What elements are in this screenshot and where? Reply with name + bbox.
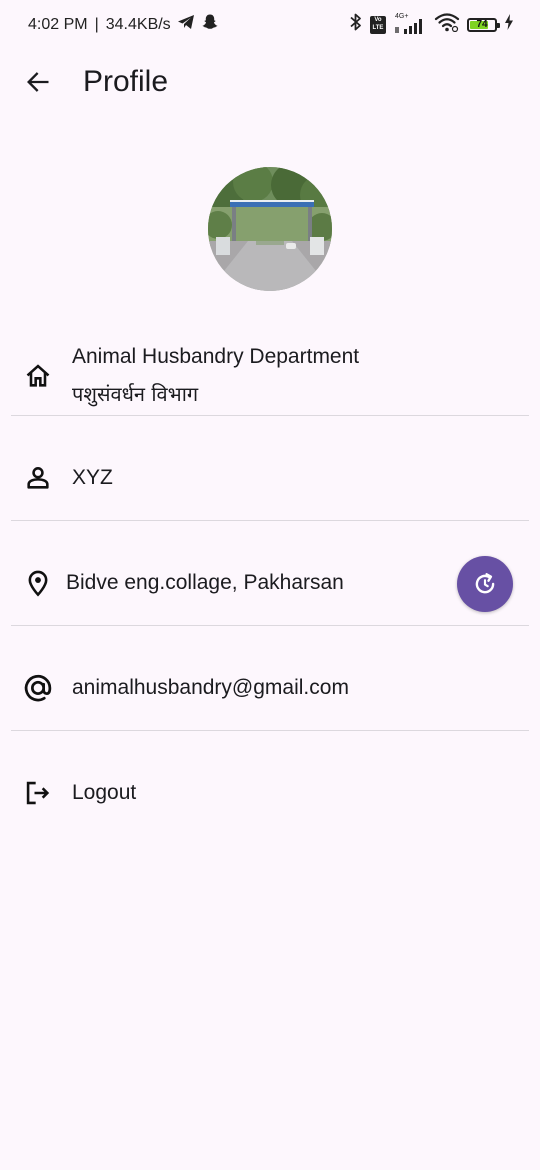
profile-avatar [208, 167, 332, 291]
page-title: Profile [83, 65, 169, 98]
logout-label: Logout [72, 781, 137, 804]
charging-icon [504, 14, 514, 35]
location-text: Bidve eng.collage, Pakharsan [66, 571, 344, 594]
status-bar-right: Vo LTE 4G+ 74 [349, 12, 514, 37]
status-bar-left: 4:02 PM | 34.4KB/s [28, 13, 219, 36]
logout-icon [23, 778, 53, 808]
refresh-icon [475, 573, 495, 594]
wifi-icon [434, 12, 460, 37]
logout-button[interactable]: Logout [11, 731, 529, 836]
status-bar: 4:02 PM | 34.4KB/s Vo LTE 4G+ 74 [0, 0, 540, 48]
at-sign-icon [23, 673, 53, 703]
bluetooth-icon [349, 12, 363, 37]
status-time: 4:02 PM [28, 15, 88, 33]
back-button[interactable] [18, 62, 58, 102]
volte-bottom-label: LTE [372, 24, 384, 31]
volte-icon: Vo LTE [370, 15, 386, 34]
department-name-en: Animal Husbandry Department [72, 345, 360, 368]
volte-top-label: Vo [374, 16, 382, 23]
home-icon [23, 361, 53, 391]
email-row: animalhusbandry@gmail.com [11, 626, 529, 731]
battery-icon: 74 [467, 17, 500, 32]
user-name: XYZ [72, 466, 113, 489]
refresh-location-button[interactable] [457, 556, 513, 612]
arrow-back-icon [27, 72, 49, 92]
battery-nub [497, 22, 500, 28]
location-pin-icon [23, 568, 53, 598]
email-text: animalhusbandry@gmail.com [72, 676, 349, 699]
status-separator: | [94, 15, 99, 33]
app-bar: Profile [0, 48, 540, 118]
network-speed: 34.4KB/s [105, 15, 171, 33]
department-row: Animal Husbandry Department पशुसंवर्धन व… [11, 336, 529, 416]
department-name-mr: पशुसंवर्धन विभाग [72, 382, 199, 406]
name-row: XYZ [11, 416, 529, 521]
person-icon [23, 463, 53, 493]
telegram-icon [177, 14, 195, 35]
location-row: Bidve eng.collage, Pakharsan [11, 521, 529, 626]
cellular-signal-icon: 4G+ [393, 13, 427, 35]
avatar-photo [208, 167, 332, 291]
battery-level: 74 [476, 18, 488, 30]
snapchat-icon [201, 13, 219, 36]
